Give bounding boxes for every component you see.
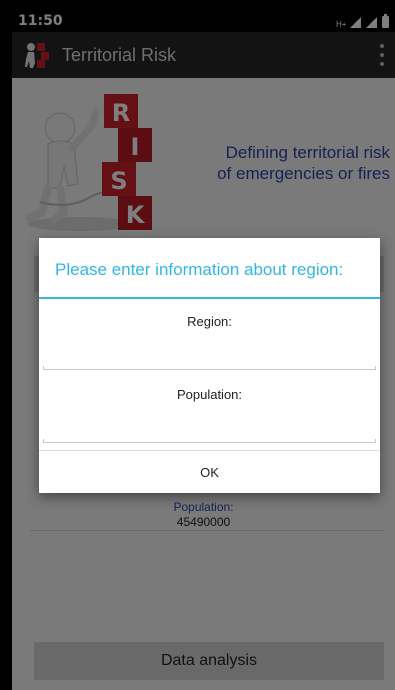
- region-label: Region:: [187, 314, 232, 329]
- population-label: Population:: [176, 387, 243, 402]
- region-input[interactable]: [43, 344, 376, 370]
- population-input-edge-left: [43, 439, 44, 443]
- dialog-title: Please enter information about region:: [55, 260, 344, 279]
- region-input-edge-right: [375, 366, 376, 370]
- ok-button[interactable]: OK: [39, 451, 380, 493]
- dialog-title-divider: [39, 297, 380, 299]
- region-input-edge-left: [43, 366, 44, 370]
- population-input[interactable]: [43, 417, 376, 443]
- phone-screen: 11:50 H+ Territorial Risk: [12, 10, 395, 690]
- population-input-edge-right: [375, 439, 376, 443]
- region-info-dialog: Please enter information about region: R…: [39, 238, 380, 493]
